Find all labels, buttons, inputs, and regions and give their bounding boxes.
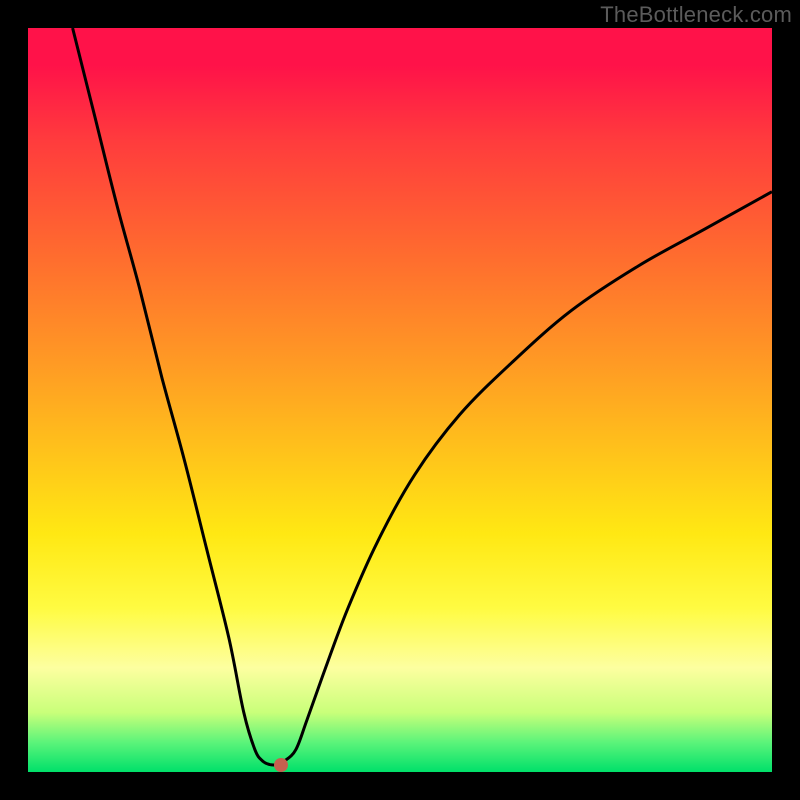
curve-path [73, 28, 772, 765]
optimal-point-marker [274, 758, 288, 772]
plot-area [28, 28, 772, 772]
bottleneck-curve [28, 28, 772, 772]
watermark-text: TheBottleneck.com [600, 2, 792, 28]
chart-frame: TheBottleneck.com [0, 0, 800, 800]
